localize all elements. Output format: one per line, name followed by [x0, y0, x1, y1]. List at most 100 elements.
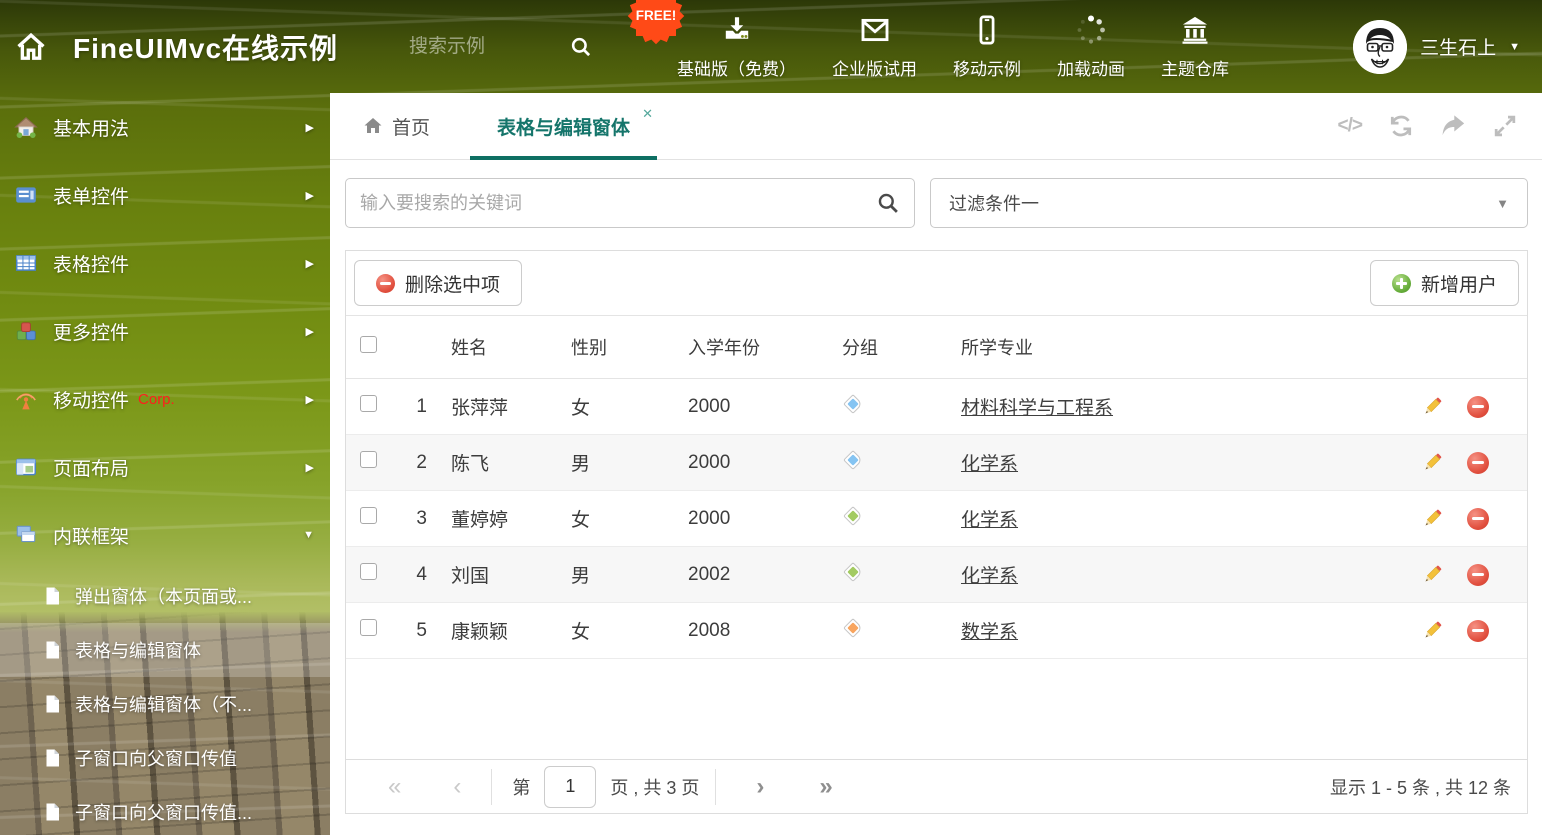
sidebar-subitem-grid-edit-window[interactable]: 表格与编辑窗体: [0, 623, 330, 677]
header-search[interactable]: [407, 34, 619, 59]
row-checkbox[interactable]: [360, 395, 377, 412]
nav-mobile-demo[interactable]: 移动示例: [935, 14, 1039, 80]
sidebar-item-page-layout[interactable]: 页面布局 ▶: [0, 433, 330, 501]
delete-row-icon[interactable]: [1467, 395, 1489, 418]
delete-row-icon[interactable]: [1467, 619, 1489, 642]
tag-icon: [842, 449, 864, 471]
nav-enterprise-trial[interactable]: 企业版试用: [814, 14, 935, 80]
sidebar-subitem-popup-window[interactable]: 弹出窗体（本页面或...: [0, 569, 330, 623]
main-panel: 首页 表格与编辑窗体 ✕ </> 输入要搜索的关键词 过滤条件一 ▼ 删除选中项…: [330, 93, 1542, 835]
cell-year: 2000: [688, 507, 731, 529]
sidebar-item-iframe[interactable]: 内联框架 ▼: [0, 501, 330, 569]
add-user-button[interactable]: 新增用户: [1369, 260, 1519, 306]
cell-gender: 女: [571, 622, 591, 643]
divider: [491, 768, 493, 805]
chevron-down-icon[interactable]: ▼: [1509, 41, 1520, 53]
filter-dropdown[interactable]: 过滤条件一 ▼: [930, 178, 1528, 228]
edit-pencil-icon[interactable]: [1421, 395, 1444, 418]
edit-pencil-icon[interactable]: [1421, 563, 1444, 586]
sidebar-item-basic-usage[interactable]: 基本用法 ▶: [0, 93, 330, 161]
brand[interactable]: FineUIMvc在线示例: [15, 27, 407, 67]
edit-pencil-icon[interactable]: [1421, 451, 1444, 474]
page-first-icon[interactable]: «: [388, 774, 401, 799]
sidebar-item-more-controls[interactable]: 更多控件 ▶: [0, 297, 330, 365]
sidebar-subitem-child-to-parent-2[interactable]: 子窗口向父窗口传值...: [0, 785, 330, 839]
tag-icon: [842, 393, 864, 415]
sidebar: 基本用法 ▶ 表单控件 ▶ 表格控件 ▶ 更多控件 ▶ 移动控件 Corp. ▶…: [0, 93, 330, 835]
tab-home[interactable]: 首页: [363, 113, 430, 140]
bank-icon: [1182, 16, 1208, 44]
major-link[interactable]: 化学系: [961, 454, 1018, 475]
chevron-down-icon: ▼: [303, 529, 314, 541]
row-checkbox[interactable]: [360, 619, 377, 636]
column-header-gender: 性别: [571, 338, 607, 358]
delete-row-icon[interactable]: [1467, 451, 1489, 474]
select-all-checkbox[interactable]: [360, 336, 377, 353]
cell-gender: 男: [571, 454, 591, 475]
row-checkbox[interactable]: [360, 507, 377, 524]
filter-row: 过滤条件一 ▼: [345, 178, 1528, 228]
delete-row-icon[interactable]: [1467, 563, 1489, 586]
delete-row-icon[interactable]: [1467, 507, 1489, 530]
sidebar-item-form-controls[interactable]: 表单控件 ▶: [0, 161, 330, 229]
sidebar-subitem-grid-edit-window-2[interactable]: 表格与编辑窗体（不...: [0, 677, 330, 731]
house-icon: [14, 116, 38, 139]
tab-label: 首页: [392, 117, 431, 139]
page-label-prefix: 第: [512, 777, 531, 798]
sidebar-subitem-label: 表格与编辑窗体: [75, 641, 201, 661]
page-number-input[interactable]: [544, 765, 597, 808]
divider: [715, 768, 717, 805]
table-row: 1 张萍萍 女 2000 材料科学与工程系: [346, 379, 1527, 435]
refresh-icon[interactable]: [1388, 113, 1414, 139]
cell-name: 康颖颖: [451, 622, 509, 643]
delete-selected-button[interactable]: 删除选中项: [354, 260, 523, 306]
share-icon[interactable]: [1440, 113, 1466, 139]
source-code-icon[interactable]: </>: [1338, 115, 1364, 137]
sidebar-item-mobile-controls[interactable]: 移动控件 Corp. ▶: [0, 365, 330, 433]
cell-gender: 女: [571, 398, 591, 419]
layout-icon: [15, 458, 37, 476]
envelope-icon: [861, 18, 888, 41]
cell-year: 2008: [688, 619, 731, 641]
cell-name: 陈飞: [451, 454, 490, 475]
search-icon[interactable]: [876, 191, 900, 215]
cell-name: 刘国: [451, 566, 490, 587]
major-link[interactable]: 化学系: [961, 566, 1018, 587]
keyword-search-input[interactable]: [346, 179, 860, 227]
tab-toolbar: </>: [1338, 113, 1518, 139]
cell-year: 2000: [688, 451, 731, 473]
page-next-icon[interactable]: ›: [756, 774, 764, 799]
tab-label: 表格与编辑窗体: [497, 117, 631, 139]
sidebar-subitem-child-to-parent[interactable]: 子窗口向父窗口传值: [0, 731, 330, 785]
nav-loading-animation[interactable]: 加载动画: [1039, 14, 1143, 80]
nav-basic-edition[interactable]: FREE! 基础版（免费）: [627, 0, 814, 80]
expand-icon[interactable]: [1492, 113, 1518, 139]
page-prev-icon[interactable]: ‹: [453, 774, 461, 799]
sidebar-item-grid-controls[interactable]: 表格控件 ▶: [0, 229, 330, 297]
tab-grid-edit-window[interactable]: 表格与编辑窗体 ✕: [470, 93, 658, 160]
table-row: 5 康颖颖 女 2008 数学系: [346, 603, 1527, 659]
major-link[interactable]: 数学系: [961, 622, 1018, 643]
user-menu[interactable]: 三生石上 ▼: [1353, 19, 1520, 74]
row-index: 1: [416, 395, 427, 417]
edit-pencil-icon[interactable]: [1421, 507, 1444, 530]
edit-pencil-icon[interactable]: [1421, 619, 1444, 642]
table-filler: [346, 659, 1527, 759]
row-checkbox[interactable]: [360, 563, 377, 580]
cell-year: 2000: [688, 395, 731, 417]
sidebar-item-label: 内联框架: [53, 526, 130, 548]
chevron-right-icon: ▶: [305, 393, 314, 406]
major-link[interactable]: 材料科学与工程系: [961, 398, 1113, 419]
chevron-right-icon: ▶: [305, 325, 314, 338]
major-link[interactable]: 化学系: [961, 510, 1018, 531]
nav-theme-store[interactable]: 主题仓库: [1143, 14, 1247, 80]
row-index: 3: [416, 507, 427, 529]
table-icon: [15, 255, 37, 271]
header-search-input[interactable]: [407, 34, 569, 59]
avatar[interactable]: [1353, 19, 1408, 74]
page-last-icon[interactable]: »: [819, 774, 832, 799]
search-icon[interactable]: [569, 35, 592, 58]
close-icon[interactable]: ✕: [642, 106, 653, 122]
row-checkbox[interactable]: [360, 451, 377, 468]
column-header-name: 姓名: [451, 338, 487, 358]
